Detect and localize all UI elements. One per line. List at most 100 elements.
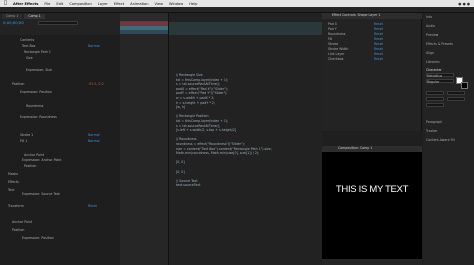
time-ruler[interactable] xyxy=(120,13,168,22)
panel-preview[interactable]: Preview xyxy=(426,33,438,37)
expression-editor[interactable]: // Rectangle Size txt = thisComp.layer(in… xyxy=(168,13,323,265)
effect-reset-link[interactable]: Reset xyxy=(374,37,383,41)
menu-animation[interactable]: Animation xyxy=(130,2,148,6)
menu-view[interactable]: View xyxy=(154,2,163,6)
expression-line: // Source Text xyxy=(176,178,198,183)
effect-reset-link[interactable]: Reset xyxy=(374,22,383,26)
layer-row[interactable]: Anchor Point xyxy=(0,153,120,157)
kerning-field[interactable] xyxy=(426,97,444,101)
effect-control-name: Fill xyxy=(328,37,333,41)
effect-control-name: Roundness xyxy=(328,32,346,36)
effect-reset-link[interactable]: Reset xyxy=(374,32,383,36)
layer-row[interactable]: Expression: Source Text xyxy=(0,192,120,196)
menu-help[interactable]: Help xyxy=(189,2,197,6)
layer-row[interactable]: Transform Reset xyxy=(0,204,120,208)
menu-app-name[interactable]: After Effects xyxy=(13,2,38,6)
composition-canvas[interactable]: THIS IS MY TEXT xyxy=(322,152,422,259)
layer-row[interactable]: Expression: Anchor Point xyxy=(0,158,120,162)
layer-row[interactable]: Size xyxy=(0,56,120,60)
canvas-text[interactable]: THIS IS MY TEXT xyxy=(322,185,422,195)
layer-row[interactable]: Position xyxy=(0,228,120,232)
layer-row[interactable]: Fill 1 Normal xyxy=(0,139,120,143)
layer-row[interactable]: Contents xyxy=(0,38,120,42)
panel-align[interactable]: Align xyxy=(426,51,434,55)
menu-file[interactable]: File xyxy=(44,2,50,6)
effect-reset-link[interactable]: Reset xyxy=(374,57,383,61)
expression-line: Math.min(roundness, Math.min(size[0], si… xyxy=(176,151,260,156)
layer-row[interactable]: Masks xyxy=(0,172,120,176)
panel-audio[interactable]: Audio xyxy=(426,24,435,28)
layer-row[interactable]: Position -93.5,-0.0 xyxy=(0,82,120,86)
expression-line: [s.left + s.width/2, s.top + s.height/2] xyxy=(176,128,237,133)
menu-effect[interactable]: Effect xyxy=(114,2,124,6)
layer-property-name: Position xyxy=(12,82,25,86)
tab-comp-timeline[interactable]: Comp 1 xyxy=(24,14,45,19)
layer-search-input[interactable] xyxy=(38,21,78,25)
stroke-color-swatch[interactable] xyxy=(461,82,468,89)
layer-property-name: Roundness xyxy=(26,104,44,108)
effect-reset-link[interactable]: Reset xyxy=(374,47,383,51)
layer-property-value[interactable]: -93.5,-0.0 xyxy=(88,82,103,86)
panel-character[interactable]: Character xyxy=(426,68,442,72)
font-style-select[interactable]: Regular xyxy=(426,79,454,84)
layer-row[interactable]: Stroke 1 Normal xyxy=(0,133,120,137)
layer-property-name: Expression: Size xyxy=(26,68,52,72)
font-family-select[interactable]: Helvetica xyxy=(426,73,454,78)
panel-libraries[interactable]: Libraries xyxy=(426,60,440,64)
layer-row[interactable]: Expression: Size xyxy=(0,68,120,72)
timecode-display[interactable]: 0;00;00;00 xyxy=(3,21,24,25)
effect-reset-link[interactable]: Reset xyxy=(374,42,383,46)
layer-row[interactable]: Effects xyxy=(0,180,120,184)
effect-controls-panel: Effect Controls: Shape Layer 1 Pad X Rese… xyxy=(322,13,422,131)
effect-reset-link[interactable]: Reset xyxy=(374,27,383,31)
layer-row[interactable]: Expression: Position xyxy=(0,236,120,240)
menu-layer[interactable]: Layer xyxy=(98,2,108,6)
effect-control-row[interactable]: Pad Y Reset xyxy=(328,27,420,31)
layer-property-name: Text Box xyxy=(22,44,36,48)
layer-property-value[interactable]: Normal xyxy=(88,44,100,48)
layer-property-name: Expression: Position xyxy=(20,90,52,94)
leading-field[interactable] xyxy=(447,91,465,95)
apple-menu-icon[interactable]:  xyxy=(4,1,7,6)
effect-control-row[interactable]: Pad X Reset xyxy=(328,22,420,26)
expression-line: s = txt.sourceRectAtTime(); xyxy=(176,123,221,128)
expression-line: size = content("Text Box").content("Rect… xyxy=(176,146,272,151)
layer-row[interactable]: Expression: Position xyxy=(0,90,120,94)
effect-controls-title[interactable]: Effect Controls: Shape Layer 1 xyxy=(322,13,422,19)
layer-row[interactable]: Position xyxy=(0,164,120,168)
panel-paragraph[interactable]: Paragraph xyxy=(426,120,442,124)
effect-control-row[interactable]: Roundness Reset xyxy=(328,32,420,36)
effect-control-row[interactable]: Link Layer Reset xyxy=(328,52,420,56)
panel-content-aware-fill[interactable]: Content-Aware Fill xyxy=(426,138,455,142)
font-size-field[interactable] xyxy=(426,91,444,95)
effect-reset-link[interactable]: Reset xyxy=(374,52,383,56)
tracking-field[interactable] xyxy=(447,97,465,101)
panel-effects-presets[interactable]: Effects & Presets xyxy=(426,42,453,46)
menu-window[interactable]: Window xyxy=(169,2,183,6)
panel-tracker[interactable]: Tracker xyxy=(426,129,438,133)
expression-line: roundness = effect("Roundness")("Slider"… xyxy=(176,142,245,146)
layer-property-name: Stroke 1 xyxy=(20,133,34,137)
expression-line: h = s.height + padY * 2; xyxy=(176,100,215,105)
effect-control-row[interactable]: Stroke Width Reset xyxy=(328,47,420,51)
layer-property-value[interactable]: Normal xyxy=(88,139,100,143)
layer-list: Contents Text Box Normal Rectangle Path 1 Si… xyxy=(0,35,120,265)
effect-control-row[interactable]: Fill Reset xyxy=(328,37,420,41)
layer-row[interactable]: Text Box Normal xyxy=(0,44,120,48)
layer-row[interactable]: Expression: Roundness xyxy=(0,115,120,119)
stroke-width-field[interactable] xyxy=(426,103,444,107)
layer-property-value[interactable]: Normal xyxy=(88,133,100,137)
layer-property-name: Size xyxy=(26,56,33,60)
layer-property-value[interactable]: Reset xyxy=(88,204,97,208)
effect-control-row[interactable]: Stroke Reset xyxy=(328,42,420,46)
composition-panel: Composition: Comp 1 THIS IS MY TEXT xyxy=(322,146,422,265)
effect-control-row[interactable]: Checkbox Reset xyxy=(328,57,420,61)
layer-bar-null[interactable] xyxy=(120,30,168,34)
menu-composition[interactable]: Composition xyxy=(69,2,91,6)
tab-comp-project[interactable]: Comp 1 xyxy=(2,14,23,19)
layer-row[interactable]: Anchor Point xyxy=(0,220,120,224)
layer-row[interactable]: Roundness xyxy=(0,104,120,108)
layer-row[interactable]: Rectangle Path 1 xyxy=(0,50,120,54)
panel-info[interactable]: Info xyxy=(426,15,432,19)
menu-edit[interactable]: Edit xyxy=(56,2,63,6)
